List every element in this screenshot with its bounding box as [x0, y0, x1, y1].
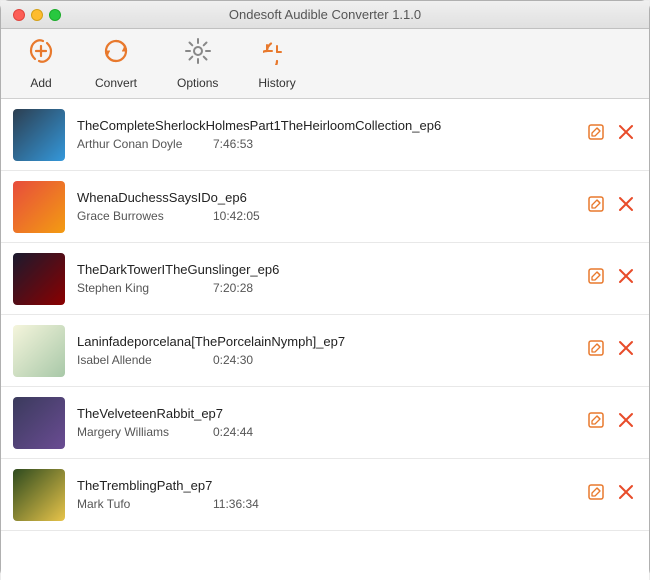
edit-button[interactable]: [585, 265, 607, 292]
book-actions: [585, 337, 637, 364]
book-list: TheCompleteSherlockHolmesPart1TheHeirloo…: [1, 99, 649, 580]
edit-button[interactable]: [585, 481, 607, 508]
book-author: Stephen King: [77, 281, 197, 295]
book-duration: 0:24:44: [213, 425, 253, 439]
book-info: Laninfadeporcelana[ThePorcelainNymph]_ep…: [65, 334, 585, 367]
book-meta: Arthur Conan Doyle 7:46:53: [77, 137, 573, 151]
book-cover: [13, 397, 65, 449]
book-title: Laninfadeporcelana[ThePorcelainNymph]_ep…: [77, 334, 573, 349]
book-meta: Mark Tufo 11:36:34: [77, 497, 573, 511]
book-info: TheDarkTowerITheGunslinger_ep6 Stephen K…: [65, 262, 585, 295]
edit-button[interactable]: [585, 121, 607, 148]
book-meta: Isabel Allende 0:24:30: [77, 353, 573, 367]
book-actions: [585, 481, 637, 508]
edit-button[interactable]: [585, 337, 607, 364]
table-row: TheTremblingPath_ep7 Mark Tufo 11:36:34: [1, 459, 649, 531]
delete-button[interactable]: [615, 265, 637, 292]
delete-button[interactable]: [615, 121, 637, 148]
edit-button[interactable]: [585, 409, 607, 436]
table-row: Laninfadeporcelana[ThePorcelainNymph]_ep…: [1, 315, 649, 387]
convert-button[interactable]: Convert: [85, 33, 147, 94]
book-author: Mark Tufo: [77, 497, 197, 511]
add-button[interactable]: Add: [17, 33, 65, 94]
book-cover: [13, 469, 65, 521]
delete-button[interactable]: [615, 481, 637, 508]
book-author: Margery Williams: [77, 425, 197, 439]
convert-label: Convert: [95, 76, 137, 90]
options-button[interactable]: Options: [167, 33, 228, 94]
book-duration: 11:36:34: [213, 497, 259, 511]
delete-button[interactable]: [615, 337, 637, 364]
book-author: Arthur Conan Doyle: [77, 137, 197, 151]
window-title: Ondesoft Audible Converter 1.1.0: [229, 7, 421, 22]
book-meta: Grace Burrowes 10:42:05: [77, 209, 573, 223]
delete-button[interactable]: [615, 193, 637, 220]
traffic-lights: [13, 9, 61, 21]
close-button[interactable]: [13, 9, 25, 21]
table-row: TheCompleteSherlockHolmesPart1TheHeirloo…: [1, 99, 649, 171]
book-title: TheCompleteSherlockHolmesPart1TheHeirloo…: [77, 118, 573, 133]
minimize-button[interactable]: [31, 9, 43, 21]
book-actions: [585, 121, 637, 148]
book-title: TheDarkTowerITheGunslinger_ep6: [77, 262, 573, 277]
table-row: WhenaDuchessSaysIDo_ep6 Grace Burrowes 1…: [1, 171, 649, 243]
options-icon: [184, 37, 212, 72]
book-title: WhenaDuchessSaysIDo_ep6: [77, 190, 573, 205]
book-meta: Stephen King 7:20:28: [77, 281, 573, 295]
toolbar: Add Convert Options: [1, 29, 649, 99]
maximize-button[interactable]: [49, 9, 61, 21]
table-row: TheVelveteenRabbit_ep7 Margery Williams …: [1, 387, 649, 459]
options-label: Options: [177, 76, 218, 90]
add-label: Add: [30, 76, 51, 90]
history-label: History: [258, 76, 295, 90]
convert-icon: [102, 37, 130, 72]
book-cover: [13, 109, 65, 161]
book-duration: 7:46:53: [213, 137, 253, 151]
book-info: WhenaDuchessSaysIDo_ep6 Grace Burrowes 1…: [65, 190, 585, 223]
table-row: TheDarkTowerITheGunslinger_ep6 Stephen K…: [1, 243, 649, 315]
book-meta: Margery Williams 0:24:44: [77, 425, 573, 439]
book-duration: 10:42:05: [213, 209, 260, 223]
book-info: TheCompleteSherlockHolmesPart1TheHeirloo…: [65, 118, 585, 151]
history-button[interactable]: History: [248, 33, 305, 94]
title-bar: Ondesoft Audible Converter 1.1.0: [1, 1, 649, 29]
book-actions: [585, 193, 637, 220]
book-cover: [13, 325, 65, 377]
book-info: TheVelveteenRabbit_ep7 Margery Williams …: [65, 406, 585, 439]
delete-button[interactable]: [615, 409, 637, 436]
book-duration: 7:20:28: [213, 281, 253, 295]
book-actions: [585, 409, 637, 436]
book-cover: [13, 181, 65, 233]
book-actions: [585, 265, 637, 292]
history-icon: [263, 37, 291, 72]
book-author: Isabel Allende: [77, 353, 197, 367]
book-info: TheTremblingPath_ep7 Mark Tufo 11:36:34: [65, 478, 585, 511]
book-title: TheTremblingPath_ep7: [77, 478, 573, 493]
book-title: TheVelveteenRabbit_ep7: [77, 406, 573, 421]
book-cover: [13, 253, 65, 305]
book-duration: 0:24:30: [213, 353, 253, 367]
add-icon: [27, 37, 55, 72]
book-author: Grace Burrowes: [77, 209, 197, 223]
edit-button[interactable]: [585, 193, 607, 220]
